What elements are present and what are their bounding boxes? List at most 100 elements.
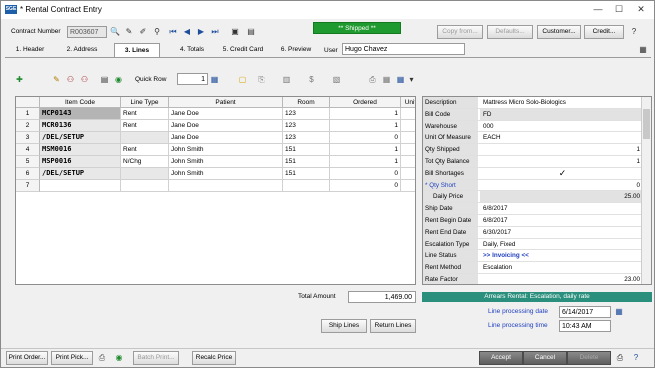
room-cell[interactable]: 123: [283, 108, 330, 120]
line-type-cell[interactable]: Rent: [121, 120, 169, 132]
document-icon[interactable]: ▥: [281, 74, 292, 85]
lines-grid[interactable]: Item Code Line Type Patient Room Ordered…: [15, 96, 416, 285]
room-cell[interactable]: 123: [283, 120, 330, 132]
ordered-cell[interactable]: 1: [330, 108, 401, 120]
close-icon[interactable]: ✕: [632, 2, 650, 17]
property-value[interactable]: 1: [480, 156, 642, 167]
help-icon[interactable]: ?: [631, 353, 641, 363]
tab-preview[interactable]: 6. Preview: [276, 43, 316, 57]
patient-cell[interactable]: Jane Doe: [169, 108, 283, 120]
quick-row-input[interactable]: 1: [177, 73, 208, 85]
go-to-row-icon[interactable]: ▦: [209, 74, 220, 85]
property-value[interactable]: Daily, Fixed: [480, 239, 642, 250]
accept-button[interactable]: Accept: [479, 351, 523, 365]
minimize-icon[interactable]: —: [589, 2, 607, 17]
edit-icon[interactable]: ✎: [124, 27, 134, 37]
credit-button[interactable]: Credit...: [584, 25, 624, 39]
print-line-icon[interactable]: ⎙: [367, 74, 378, 85]
calendar-icon[interactable]: ▦: [614, 307, 624, 317]
filter-icon[interactable]: ⚲: [152, 27, 162, 37]
column-header[interactable]: Patient: [169, 97, 283, 108]
grid-icon[interactable]: ▦: [381, 74, 392, 85]
delete-button[interactable]: Delete: [567, 351, 611, 365]
property-value[interactable]: 25.00: [480, 191, 642, 203]
line-processing-date-input[interactable]: 6/14/2017: [559, 306, 611, 318]
unit-cell[interactable]: [401, 156, 415, 168]
tag-icon[interactable]: ✐: [138, 27, 148, 37]
copy-lines-icon[interactable]: ▤: [99, 74, 110, 85]
copy-from-button[interactable]: Copy from...: [437, 25, 483, 39]
room-cell[interactable]: 151: [283, 168, 330, 180]
line-type-cell[interactable]: Rent: [121, 144, 169, 156]
view-options-icon[interactable]: ◉: [113, 74, 124, 85]
line-type-cell[interactable]: Rent: [121, 108, 169, 120]
item-code-cell[interactable]: MSM0016: [40, 144, 121, 156]
patient-cell[interactable]: John Smith: [169, 168, 283, 180]
user-field[interactable]: Hugo Chavez: [342, 43, 465, 55]
line-type-cell[interactable]: [121, 168, 169, 180]
property-value[interactable]: 23.00: [480, 274, 642, 284]
item-code-cell[interactable]: [40, 180, 121, 192]
line-type-cell[interactable]: [121, 180, 169, 192]
patient-cell[interactable]: John Smith: [169, 144, 283, 156]
column-header[interactable]: Room: [283, 97, 330, 108]
ordered-cell[interactable]: 1: [330, 144, 401, 156]
memo-icon[interactable]: ▤: [246, 27, 256, 37]
tab-credit-card[interactable]: 5. Credit Card: [219, 43, 267, 57]
property-value[interactable]: EACH: [480, 132, 642, 143]
customize-icon[interactable]: ▦: [395, 74, 406, 85]
tab-totals[interactable]: 4. Totals: [172, 43, 212, 57]
next-record-icon[interactable]: ▶: [196, 27, 206, 37]
print-order-button[interactable]: Print Order...: [6, 351, 48, 365]
form-settings-icon[interactable]: ▦: [638, 45, 648, 55]
bill-shortages-checkbox[interactable]: ✓: [480, 168, 642, 179]
ordered-cell[interactable]: 0: [330, 132, 401, 144]
print-pick-button[interactable]: Print Pick...: [51, 351, 93, 365]
unit-cell[interactable]: [401, 144, 415, 156]
batch-print-button[interactable]: Batch Print...: [133, 351, 179, 365]
tab-address[interactable]: 2. Address: [62, 43, 102, 57]
printer-icon[interactable]: ⎙: [615, 353, 625, 363]
serial-icon[interactable]: $: [306, 74, 317, 85]
line-properties-panel[interactable]: Description Mattress Micro Solo-Biologic…: [422, 96, 652, 285]
item-code-cell[interactable]: MCP0143: [40, 108, 121, 120]
previous-record-icon[interactable]: ◀: [182, 27, 192, 37]
lookup-icon[interactable]: 🔍: [110, 27, 120, 37]
room-cell[interactable]: 151: [283, 156, 330, 168]
ordered-cell[interactable]: 0: [330, 168, 401, 180]
maximize-icon[interactable]: ☐: [610, 2, 628, 17]
last-record-icon[interactable]: ⏭: [210, 27, 220, 37]
ship-lines-button[interactable]: Ship Lines: [321, 319, 367, 333]
line-type-cell[interactable]: N/Chg: [121, 156, 169, 168]
room-cell[interactable]: 123: [283, 132, 330, 144]
tab-header[interactable]: 1. Header: [12, 43, 48, 57]
item-lookup-icon[interactable]: ✎: [51, 74, 62, 85]
item-code-cell[interactable]: /DEL/SETUP: [40, 168, 121, 180]
unit-cell[interactable]: [401, 120, 415, 132]
patient-cell[interactable]: John Smith: [169, 156, 283, 168]
patient-cell[interactable]: [169, 180, 283, 192]
unit-cell[interactable]: [401, 132, 415, 144]
line-type-cell[interactable]: [121, 132, 169, 144]
property-value[interactable]: FD: [480, 108, 642, 120]
item-code-cell[interactable]: /DEL/SETUP: [40, 132, 121, 144]
column-header[interactable]: Item Code: [40, 97, 121, 108]
unit-cell[interactable]: [401, 168, 415, 180]
comment-icon[interactable]: ▢: [237, 74, 248, 85]
column-header[interactable]: Ordered: [330, 97, 401, 108]
copy-icon[interactable]: ▣: [230, 27, 240, 37]
lot-icon[interactable]: ▧: [331, 74, 342, 85]
first-record-icon[interactable]: ⏮: [168, 27, 178, 37]
unit-cell[interactable]: [401, 108, 415, 120]
property-value[interactable]: 6/8/2017: [480, 203, 642, 214]
chevron-down-icon[interactable]: ▾: [406, 74, 417, 85]
property-value[interactable]: 000: [480, 121, 642, 132]
add-line-icon[interactable]: ✚: [14, 74, 25, 85]
patient-cell[interactable]: Jane Doe: [169, 132, 283, 144]
scrollbar-thumb[interactable]: [643, 109, 650, 139]
defaults-button[interactable]: Defaults...: [487, 25, 533, 39]
item-code-cell[interactable]: MCR0136: [40, 120, 121, 132]
recalc-price-button[interactable]: Recalc Price: [192, 351, 236, 365]
ordered-cell[interactable]: 0: [330, 180, 401, 192]
property-value[interactable]: 1: [480, 144, 642, 155]
